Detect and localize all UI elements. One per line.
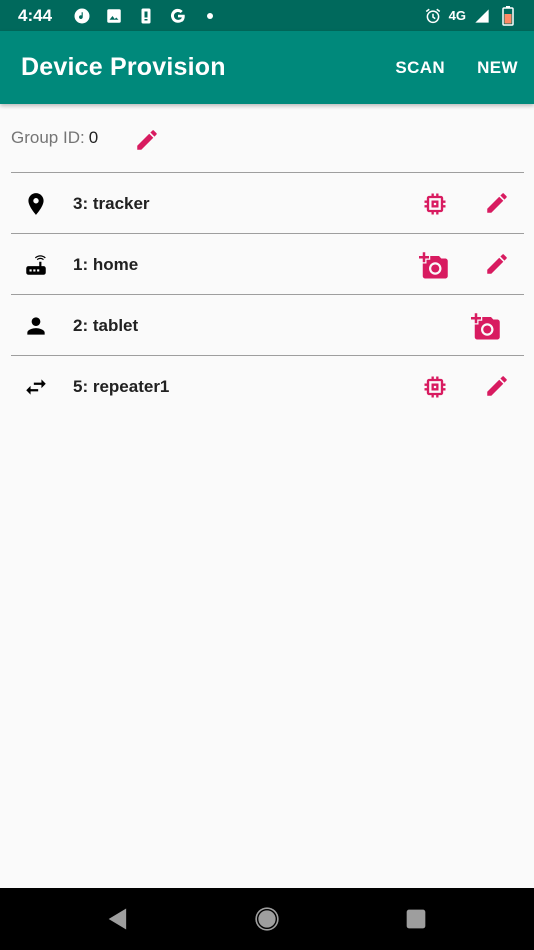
app-bar: Device Provision SCAN NEW: [0, 31, 534, 104]
edit-icon[interactable]: [484, 373, 512, 401]
recents-icon[interactable]: [402, 905, 430, 933]
scan-button[interactable]: SCAN: [395, 58, 445, 78]
edit-icon[interactable]: [484, 190, 512, 218]
new-button[interactable]: NEW: [477, 58, 518, 78]
group-id-row: Group ID: 0: [0, 104, 534, 172]
router-icon: [23, 252, 49, 278]
group-id-value: 0: [88, 128, 99, 147]
group-id-label: Group ID:: [11, 128, 85, 147]
music-icon: [72, 6, 92, 26]
dot-icon: [200, 6, 220, 26]
device-row-repeater1[interactable]: 5: repeater1: [11, 355, 524, 416]
device-list: 3: tracker 1: home 2: tablet 5: repeater…: [11, 172, 524, 416]
status-bar: 4:44 4G: [0, 0, 534, 31]
edit-icon[interactable]: [134, 127, 160, 153]
device-label: 1: home: [73, 254, 139, 274]
google-icon: [168, 6, 188, 26]
back-icon[interactable]: [104, 905, 132, 933]
status-time: 4:44: [18, 5, 53, 25]
chip-icon[interactable]: [421, 373, 449, 401]
device-label: 5: repeater1: [73, 376, 170, 396]
location-pin-icon: [23, 191, 49, 217]
app-title: Device Provision: [21, 53, 226, 81]
edit-icon[interactable]: [484, 251, 512, 279]
network-type: 4G: [448, 8, 466, 23]
chip-icon[interactable]: [421, 190, 449, 218]
device-row-home[interactable]: 1: home: [11, 233, 524, 294]
add-photo-icon[interactable]: [419, 251, 448, 279]
swap-arrows-icon: [23, 374, 49, 400]
battery-icon: [498, 5, 518, 26]
device-label: 2: tablet: [73, 315, 139, 335]
device-row-tablet[interactable]: 2: tablet: [11, 294, 524, 355]
alarm-icon: [423, 6, 443, 26]
home-icon[interactable]: [253, 905, 281, 933]
image-icon: [104, 6, 124, 26]
signal-icon: [472, 6, 492, 26]
device-row-tracker[interactable]: 3: tracker: [11, 172, 524, 233]
add-photo-icon[interactable]: [471, 312, 500, 340]
sim-icon: [136, 6, 156, 26]
device-label: 3: tracker: [73, 193, 150, 213]
navigation-bar: [0, 888, 534, 950]
person-icon: [23, 313, 49, 339]
